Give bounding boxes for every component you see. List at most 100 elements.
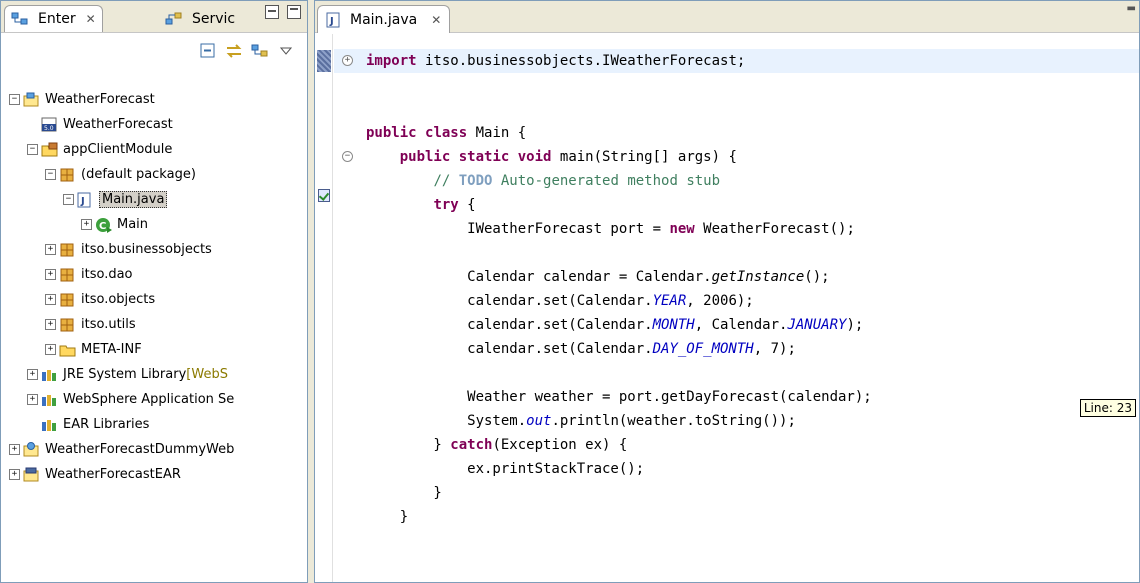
- view-menu-icon[interactable]: [277, 42, 295, 60]
- tree-item[interactable]: + itso.objects: [1, 287, 307, 312]
- tree-item-label: (default package): [81, 167, 196, 182]
- tab-main-java[interactable]: J Main.java ✕: [317, 5, 451, 33]
- package-icon: [59, 267, 77, 283]
- code-text: }: [366, 485, 442, 501]
- tree-item-label: itso.utils: [81, 317, 136, 332]
- code-line[interactable]: try {: [334, 193, 1139, 217]
- view-window-buttons: [265, 5, 301, 19]
- code-line[interactable]: ex.printStackTrace();: [334, 457, 1139, 481]
- code-line[interactable]: [334, 97, 1139, 121]
- tree-item[interactable]: − WeatherForecast: [1, 87, 307, 112]
- code-line[interactable]: public class Main {: [334, 121, 1139, 145]
- expand-icon[interactable]: +: [27, 394, 38, 405]
- project-tree: − WeatherForecast 5.0 WeatherForecast − appCl…: [1, 87, 307, 487]
- tree-item-label: WebSphere Application Se: [63, 392, 235, 407]
- java-file-icon: J: [326, 12, 340, 28]
- tree-item[interactable]: + WeatherForecastEAR: [1, 462, 307, 487]
- expand-icon[interactable]: +: [81, 219, 92, 230]
- tree-item-label: WeatherForecast: [63, 117, 173, 132]
- close-icon[interactable]: ✕: [431, 13, 441, 27]
- minimize-icon[interactable]: [265, 5, 279, 19]
- collapse-icon[interactable]: −: [9, 94, 20, 105]
- collapse-icon[interactable]: −: [27, 144, 38, 155]
- tree-item-label: EAR Libraries: [63, 417, 150, 432]
- tree-item-label: itso.objects: [81, 292, 156, 307]
- code-text: } catch(Exception ex) {: [366, 437, 628, 453]
- expand-icon[interactable]: +: [45, 344, 56, 355]
- editor-ruler[interactable]: [315, 34, 333, 582]
- tree-item[interactable]: + META-INF: [1, 337, 307, 362]
- collapse-fold-icon[interactable]: −: [342, 151, 353, 162]
- code-line[interactable]: [334, 241, 1139, 265]
- tree-item-label: itso.businessobjects: [81, 242, 212, 257]
- tree-item[interactable]: 5.0 WeatherForecast: [1, 112, 307, 137]
- expand-icon[interactable]: +: [45, 294, 56, 305]
- tree-item-label: Main.java: [99, 191, 168, 208]
- package-icon: [59, 167, 77, 183]
- collapse-icon[interactable]: −: [45, 169, 56, 180]
- overview-marker-icon[interactable]: [317, 50, 331, 72]
- library-icon: [41, 367, 59, 383]
- class-icon: C: [95, 217, 113, 233]
- library-icon: [41, 417, 59, 433]
- tree-item-label: WeatherForecastDummyWeb: [45, 442, 235, 457]
- tree-item[interactable]: + WeatherForecastDummyWeb: [1, 437, 307, 462]
- close-icon[interactable]: ✕: [86, 12, 96, 26]
- code-text: try {: [433, 197, 476, 213]
- explorer-toolbar: [1, 33, 307, 69]
- code-line[interactable]: [334, 73, 1139, 97]
- code-area[interactable]: + import itso.businessobjects.IWeatherFor…: [334, 49, 1139, 529]
- code-line[interactable]: Weather weather = port.getDayForecast(ca…: [334, 385, 1139, 409]
- tree-item[interactable]: EAR Libraries: [1, 412, 307, 437]
- collapse-icon[interactable]: −: [63, 194, 74, 205]
- project-icon: [23, 92, 41, 108]
- expand-icon[interactable]: +: [9, 444, 20, 455]
- tree-item[interactable]: + JRE System Library [WebS: [1, 362, 307, 387]
- tree-item[interactable]: + itso.businessobjects: [1, 237, 307, 262]
- tree-item[interactable]: + C Main: [1, 212, 307, 237]
- explorer-tabbar: Enter ✕ Servic: [1, 1, 307, 33]
- code-line[interactable]: }: [334, 481, 1139, 505]
- task-marker-icon[interactable]: [318, 189, 330, 202]
- code-line[interactable]: calendar.set(Calendar.DAY_OF_MONTH, 7);: [334, 337, 1139, 361]
- tree-item[interactable]: − appClientModule: [1, 137, 307, 162]
- tab-services[interactable]: Servic: [159, 5, 241, 32]
- code-text: IWeatherForecast port = new WeatherForec…: [366, 221, 855, 237]
- code-line[interactable]: calendar.set(Calendar.MONTH, Calendar.JA…: [334, 313, 1139, 337]
- code-line[interactable]: IWeatherForecast port = new WeatherForec…: [334, 217, 1139, 241]
- tree-item[interactable]: − (default package): [1, 162, 307, 187]
- ear-project-icon: [23, 467, 41, 483]
- java-file-icon: J: [77, 192, 95, 208]
- collapse-all-icon[interactable]: [199, 42, 217, 60]
- folder-icon: [59, 342, 77, 358]
- code-line[interactable]: } catch(Exception ex) {: [334, 433, 1139, 457]
- link-with-editor-icon[interactable]: [225, 42, 243, 60]
- expand-icon[interactable]: +: [27, 369, 38, 380]
- code-line[interactable]: Calendar calendar = Calendar.getInstance…: [334, 265, 1139, 289]
- expand-icon[interactable]: +: [45, 244, 56, 255]
- tree-item[interactable]: − J Main.java: [1, 187, 307, 212]
- tree-item[interactable]: + itso.utils: [1, 312, 307, 337]
- code-line[interactable]: calendar.set(Calendar.YEAR, 2006);: [334, 289, 1139, 313]
- code-line[interactable]: − public static void main(String[] args)…: [334, 145, 1139, 169]
- expand-icon[interactable]: +: [45, 319, 56, 330]
- tree-item-label: WeatherForecast: [45, 92, 155, 107]
- code-line[interactable]: System.out.println(weather.toString());: [334, 409, 1139, 433]
- restore-icon[interactable]: ▬: [1127, 3, 1136, 14]
- tree-item-label: appClientModule: [63, 142, 173, 157]
- tree-item[interactable]: + WebSphere Application Se: [1, 387, 307, 412]
- tree-item[interactable]: + itso.dao: [1, 262, 307, 287]
- code-line[interactable]: + import itso.businessobjects.IWeatherFor…: [334, 49, 1139, 73]
- expand-icon[interactable]: +: [45, 269, 56, 280]
- code-text: }: [366, 509, 409, 525]
- maximize-icon[interactable]: [287, 5, 301, 19]
- code-text: calendar.set(Calendar.YEAR, 2006);: [366, 293, 754, 309]
- line-number-tooltip: Line: 23: [1079, 399, 1136, 417]
- code-line[interactable]: [334, 361, 1139, 385]
- expand-fold-icon[interactable]: +: [342, 55, 353, 66]
- code-line[interactable]: }: [334, 505, 1139, 529]
- tab-enterprise-explorer[interactable]: Enter ✕: [4, 5, 103, 32]
- working-sets-icon[interactable]: [251, 42, 269, 60]
- code-line[interactable]: // TODO Auto-generated method stub: [334, 169, 1139, 193]
- expand-icon[interactable]: +: [9, 469, 20, 480]
